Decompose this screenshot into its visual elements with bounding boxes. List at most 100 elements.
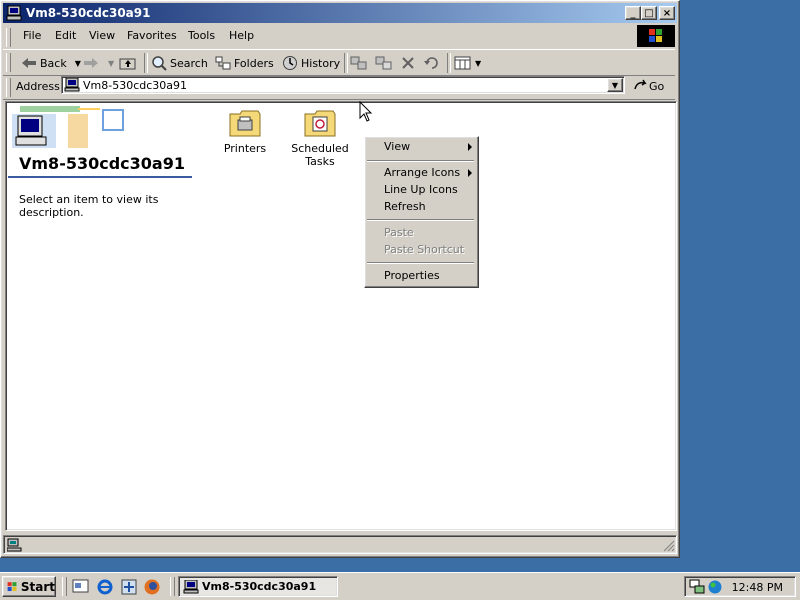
quicklaunch-grip[interactable] xyxy=(62,577,67,596)
file-label: Printers xyxy=(223,142,267,155)
menu-separator xyxy=(367,219,474,221)
ctx-refresh[interactable]: Refresh xyxy=(384,200,426,213)
window-title: Vm8-530cdc30a91 xyxy=(26,6,151,20)
explorer-window: Vm8-530cdc30a91 _ □ × File Edit View Fav… xyxy=(0,0,680,558)
computer-icon xyxy=(64,78,80,92)
address-grip[interactable] xyxy=(6,78,11,97)
taskbar-grip[interactable] xyxy=(170,577,175,596)
back-label: Back xyxy=(40,56,67,70)
computer-icon xyxy=(183,579,199,593)
forward-arrow-icon xyxy=(84,58,98,68)
search-icon xyxy=(152,56,167,71)
folders-label: Folders xyxy=(234,56,274,70)
undo-button[interactable] xyxy=(423,54,444,72)
up-button[interactable] xyxy=(119,54,140,72)
standard-toolbar: Back ▼ ▼ Search Folders History ▼ xyxy=(3,49,675,76)
network-connections-icon[interactable] xyxy=(120,578,138,596)
mouse-cursor-icon xyxy=(359,101,373,122)
computer-banner-icon xyxy=(12,106,124,148)
views-dropdown-icon[interactable]: ▼ xyxy=(475,59,481,68)
back-button[interactable]: Back ▼ xyxy=(21,54,81,72)
resize-grip-icon[interactable] xyxy=(663,540,675,552)
address-bar: Address Vm8-530cdc30a91 ▼ Go xyxy=(3,75,675,100)
ctx-paste-shortcut[interactable]: Paste Shortcut xyxy=(384,243,464,256)
menu-separator xyxy=(367,160,474,162)
file-item-scheduled-tasks[interactable]: Scheduled Tasks xyxy=(280,108,360,168)
title-bar[interactable]: Vm8-530cdc30a91 _ □ × xyxy=(3,3,677,23)
history-label: History xyxy=(301,56,341,70)
menu-view[interactable]: View xyxy=(89,29,115,42)
menu-file[interactable]: File xyxy=(23,29,41,42)
undo-icon xyxy=(424,57,438,69)
views-button[interactable]: ▼ xyxy=(454,54,481,72)
views-icon xyxy=(454,56,471,70)
back-arrow-icon xyxy=(22,58,36,68)
webview-title: Vm8-530cdc30a91 xyxy=(19,154,185,173)
volume-tray-icon[interactable] xyxy=(707,579,723,595)
toolbar-separator xyxy=(344,53,348,73)
forward-button[interactable]: ▼ xyxy=(83,54,114,72)
printer-folder-icon xyxy=(229,110,261,137)
history-button[interactable]: History xyxy=(282,54,340,72)
show-desktop-icon[interactable] xyxy=(72,578,90,594)
clock: 12:48 PM xyxy=(731,581,783,594)
start-button[interactable]: Start xyxy=(2,576,56,597)
delete-button[interactable] xyxy=(400,54,419,72)
file-item-printers[interactable]: Printers xyxy=(205,108,285,155)
maximize-button[interactable]: □ xyxy=(641,6,657,20)
system-tray: 12:48 PM xyxy=(684,576,796,597)
address-dropdown-button[interactable]: ▼ xyxy=(607,78,623,92)
close-button[interactable]: × xyxy=(659,6,675,20)
windows-flag-icon xyxy=(7,581,17,591)
windows-flag-icon xyxy=(649,29,662,42)
submenu-arrow-icon xyxy=(468,143,472,151)
ctx-line-up-icons[interactable]: Line Up Icons xyxy=(384,183,458,196)
address-input[interactable]: Vm8-530cdc30a91 ▼ xyxy=(61,76,625,94)
forward-dropdown-icon[interactable]: ▼ xyxy=(108,59,114,68)
history-icon xyxy=(283,56,297,70)
file-label: Scheduled Tasks xyxy=(291,142,349,168)
address-value: Vm8-530cdc30a91 xyxy=(83,79,188,92)
internet-explorer-icon[interactable] xyxy=(96,578,114,596)
ctx-properties[interactable]: Properties xyxy=(384,269,440,282)
start-label: Start xyxy=(20,579,55,594)
webview-description: Select an item to view its description. xyxy=(19,193,159,219)
menu-tools[interactable]: Tools xyxy=(188,29,215,42)
context-menu: View Arrange Icons Line Up Icons Refresh… xyxy=(364,136,479,288)
move-to-icon xyxy=(350,56,367,70)
back-dropdown-icon[interactable]: ▼ xyxy=(75,59,81,68)
go-label: Go xyxy=(649,79,665,93)
taskbar-window-label: Vm8-530cdc30a91 xyxy=(202,580,317,593)
status-bar xyxy=(3,534,677,555)
menu-grip[interactable] xyxy=(6,28,11,47)
toolbar-grip[interactable] xyxy=(6,53,11,72)
menu-help[interactable]: Help xyxy=(229,29,254,42)
folder-up-icon xyxy=(119,58,136,70)
firefox-icon[interactable] xyxy=(143,578,161,596)
move-to-button[interactable] xyxy=(350,54,371,72)
search-button[interactable]: Search xyxy=(151,54,208,72)
folders-icon xyxy=(215,56,231,70)
ctx-arrange-icons[interactable]: Arrange Icons xyxy=(384,166,460,179)
taskbar: Start Vm8-530cdc30a91 12:48 PM xyxy=(0,572,800,600)
delete-x-icon xyxy=(402,57,414,69)
menu-bar: File Edit View Favorites Tools Help xyxy=(3,25,633,47)
copy-to-button[interactable] xyxy=(375,54,396,72)
submenu-arrow-icon xyxy=(468,169,472,177)
windows-logo xyxy=(637,25,675,47)
scheduled-tasks-folder-icon xyxy=(304,110,336,137)
folder-view[interactable]: Vm8-530cdc30a91 Select an item to view i… xyxy=(5,101,677,531)
copy-to-icon xyxy=(375,56,392,70)
address-label: Address xyxy=(16,80,60,93)
go-button[interactable]: Go xyxy=(633,77,664,95)
network-tray-icon[interactable] xyxy=(689,579,705,595)
minimize-button[interactable]: _ xyxy=(625,6,641,20)
menu-edit[interactable]: Edit xyxy=(55,29,76,42)
computer-icon xyxy=(6,5,22,21)
go-arrow-icon xyxy=(634,79,647,90)
ctx-paste[interactable]: Paste xyxy=(384,226,414,239)
menu-favorites[interactable]: Favorites xyxy=(127,29,177,42)
ctx-view[interactable]: View xyxy=(384,140,410,153)
folders-button[interactable]: Folders xyxy=(215,54,274,72)
taskbar-window-button[interactable]: Vm8-530cdc30a91 xyxy=(178,576,338,597)
